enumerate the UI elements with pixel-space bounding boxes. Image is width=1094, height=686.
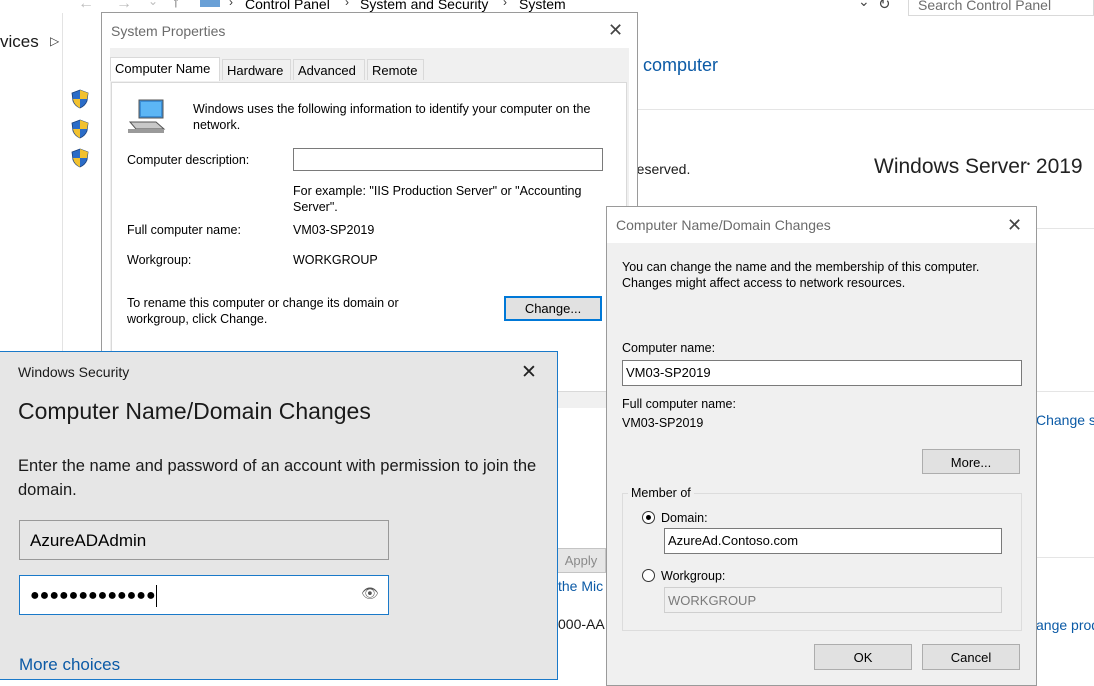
domain-input[interactable]: AzureAd.Contoso.com [664,528,1002,554]
divider [1036,228,1094,229]
more-button[interactable]: More... [922,449,1020,474]
windows-security-dialog: Windows Security ✕ Computer Name/Domain … [0,351,558,680]
tab-remote[interactable]: Remote [367,59,424,80]
change-product-key-link[interactable]: ange prod [1036,617,1094,633]
full-name-label: Full computer name: [622,397,736,411]
workgroup-input[interactable]: WORKGROUP [664,587,1002,613]
member-of-label: Member of [628,486,694,500]
cancel-button[interactable]: Cancel [922,644,1020,670]
breadcrumb-separator-icon: › [229,0,233,9]
password-input[interactable]: ●●●●●●●●●●●●● [19,575,389,615]
shield-icon [71,119,89,139]
windows-server-logo: Windows Server• 2019 [874,155,1083,178]
ok-button[interactable]: OK [814,644,912,670]
more-choices-link[interactable]: More choices [19,655,120,675]
computer-name-input[interactable]: VM03-SP2019 [622,360,1022,386]
divider [1036,391,1094,392]
text-cursor [155,585,157,607]
tab-advanced[interactable]: Advanced [293,59,365,80]
info-text: You can change the name and the membersh… [622,260,980,290]
dialog-title: Computer Name/Domain Changes [616,217,831,233]
address-dropdown-icon[interactable]: ⌄ [858,0,870,10]
breadcrumb-control-panel[interactable]: Control Panel [245,0,330,12]
password-mask: ●●●●●●●●●●●●● [30,587,156,605]
close-icon[interactable]: ✕ [608,21,623,39]
full-name-value: VM03-SP2019 [293,223,375,237]
shield-icon [71,89,89,109]
reveal-password-icon[interactable]: 👁 [361,585,379,602]
up-arrow-icon[interactable]: ↑ [172,0,180,12]
expand-arrow-icon[interactable]: ▷ [50,34,59,48]
username-input[interactable]: AzureADAdmin [19,520,389,560]
breadcrumb-system[interactable]: System [519,0,566,12]
recent-chevron-icon[interactable]: ⌄ [148,0,158,8]
instruction-text: Enter the name and password of an accoun… [18,457,537,499]
back-arrow-icon[interactable]: ← [78,0,94,13]
close-icon[interactable]: ✕ [1007,216,1022,234]
dialog-caption: Windows Security [18,364,130,380]
info-text: Windows uses the following information t… [193,102,591,132]
microsoft-link[interactable]: the Mic [558,578,603,594]
example-text: For example: "IIS Production Server" or … [293,184,582,214]
computer-description-input[interactable] [293,148,603,171]
control-panel-icon [200,0,220,7]
breadcrumb-separator-icon: › [503,0,507,9]
change-button[interactable]: Change... [504,296,602,321]
dialog-heading: Computer Name/Domain Changes [18,398,371,424]
domain-changes-dialog: Computer Name/Domain Changes ✕ You can c… [606,206,1037,686]
domain-label: Domain: [661,511,708,525]
workgroup-label: Workgroup: [127,253,192,267]
refresh-icon[interactable]: ↻ [878,0,891,13]
page-title-link: r computer [632,55,719,75]
workgroup-label: Workgroup: [661,569,726,583]
breadcrumb-separator-icon: › [345,0,349,9]
tab-hardware[interactable]: Hardware [222,59,291,80]
workgroup-value: WORKGROUP [293,253,378,267]
change-settings-link[interactable]: Change s [1036,412,1094,428]
workgroup-radio[interactable] [642,569,655,582]
shield-icon [71,148,89,168]
dialog-title: System Properties [111,23,226,39]
divider [1036,557,1094,558]
product-id-fragment: 000-AA [558,616,605,632]
full-name-label: Full computer name: [127,223,241,237]
apply-button[interactable]: Apply [556,548,606,573]
search-input[interactable]: Search Control Panel [908,0,1094,16]
close-icon[interactable]: ✕ [521,363,537,382]
divider [632,109,1094,110]
computer-icon [128,99,166,133]
computer-name-label: Computer name: [622,341,716,355]
copyright-fragment: reserved. [632,161,691,177]
left-nav-fragment[interactable]: vices [0,32,39,52]
tab-computer-name[interactable]: Computer Name [110,57,220,81]
rename-instructions: To rename this computer or change its do… [127,296,399,326]
computer-description-label: Computer description: [127,153,250,167]
breadcrumb-system-security[interactable]: System and Security [360,0,488,12]
domain-radio[interactable] [642,511,655,524]
full-name-value: VM03-SP2019 [622,416,704,430]
